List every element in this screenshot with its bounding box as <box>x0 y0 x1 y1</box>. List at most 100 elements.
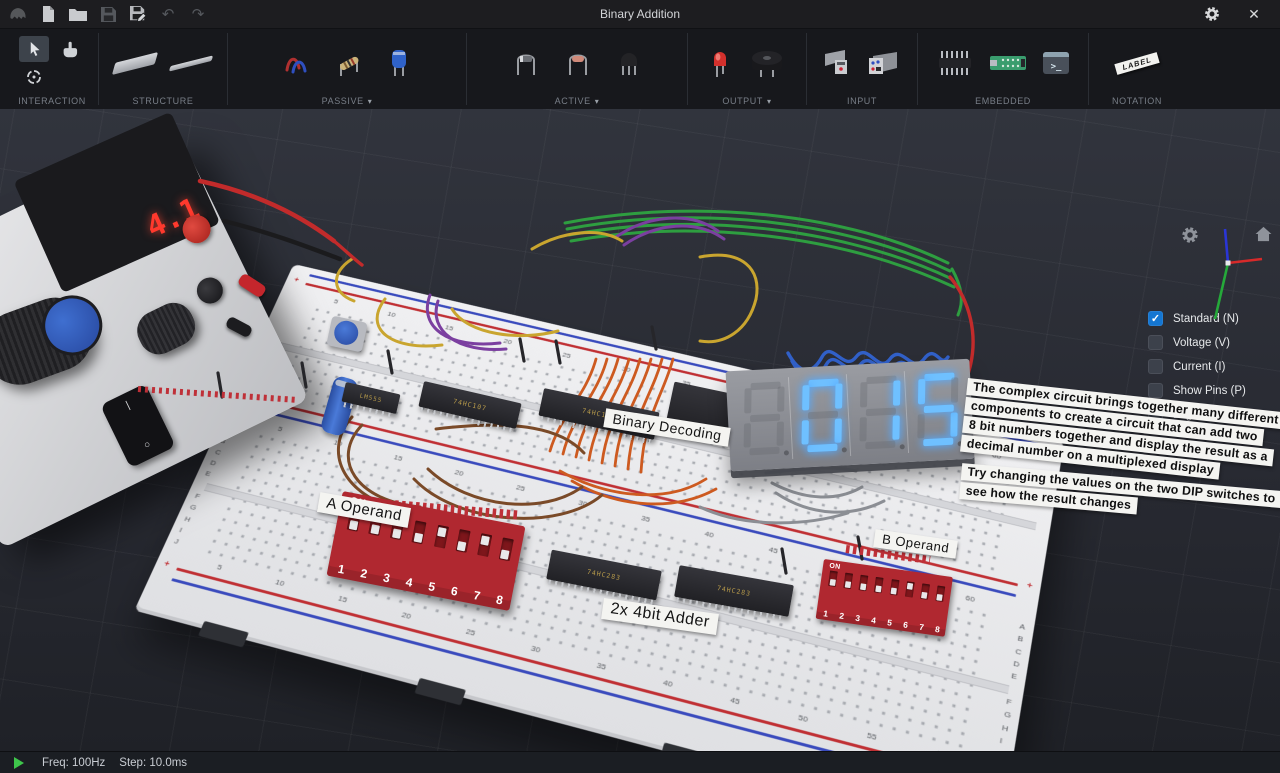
scene-viewport[interactable]: ++ 51015202530354045505560 ++ 5101520253… <box>0 109 1280 751</box>
row-letter: C <box>1015 646 1022 656</box>
output-dropdown[interactable]: OUTPUT▾ <box>722 96 771 106</box>
diode-icon[interactable] <box>514 50 538 76</box>
dip-switch-lever[interactable] <box>455 529 470 553</box>
dip-switch-lever[interactable] <box>905 581 915 597</box>
column-number: 30 <box>577 499 588 509</box>
negative-binding-post[interactable] <box>193 273 228 308</box>
led-icon[interactable] <box>710 48 730 78</box>
hand-tool-icon[interactable] <box>62 41 78 58</box>
new-file-icon[interactable] <box>38 4 58 24</box>
breadboard-icon[interactable] <box>112 52 158 75</box>
dip-switch-lever[interactable] <box>477 533 492 557</box>
checkbox-checked[interactable]: ✓ <box>1148 311 1163 326</box>
column-number: 45 <box>729 695 740 706</box>
dip-switch-lever[interactable] <box>935 586 945 602</box>
view-option-voltage[interactable]: Voltage (V) <box>1148 335 1266 350</box>
app-window: ↶ ↷ Binary Addition ✕ <box>0 0 1280 773</box>
jumper-wires-icon[interactable] <box>284 50 310 76</box>
column-number: 20 <box>400 610 412 620</box>
function-generator-icon[interactable] <box>867 48 901 78</box>
close-icon[interactable]: ✕ <box>1244 4 1264 24</box>
dip-nub <box>829 579 835 586</box>
capacitor-icon[interactable] <box>388 49 410 77</box>
orbit-tool-icon[interactable] <box>25 68 43 86</box>
view-option-show[interactable]: Show Pins (P) <box>1148 383 1266 398</box>
undo-icon[interactable]: ↶ <box>158 4 178 24</box>
column-number: 40 <box>704 529 715 539</box>
column-number: 55 <box>866 731 877 742</box>
column-number: 15 <box>444 324 455 333</box>
decimal-point <box>784 450 789 455</box>
toolbar-section-input: INPUT <box>807 29 917 109</box>
checkbox[interactable] <box>1148 335 1163 350</box>
column-number: 30 <box>530 644 542 655</box>
display-digit <box>734 377 793 462</box>
segment-d <box>923 438 953 447</box>
resistor-icon[interactable] <box>336 50 362 77</box>
column-number: 10 <box>386 310 397 318</box>
toolbar-section-embedded: >_ EMBEDDED <box>918 29 1088 109</box>
segment-d <box>807 444 837 453</box>
row-letter: H <box>183 514 192 523</box>
segment-f <box>860 382 867 407</box>
row-letter: J <box>173 537 182 546</box>
buzzer-icon[interactable] <box>750 48 784 78</box>
save-icon[interactable] <box>98 4 118 24</box>
power-rocker-switch[interactable]: ❘ ○ <box>100 383 176 468</box>
view-option-current[interactable]: Current (I) <box>1148 359 1266 374</box>
segment-c <box>892 415 899 439</box>
power-supply-icon[interactable] <box>823 48 857 78</box>
viewport-settings-icon[interactable] <box>1180 225 1200 245</box>
current-knob[interactable] <box>130 296 201 361</box>
chip-label: 74HC107 <box>452 397 487 413</box>
row-letter: E <box>204 469 213 478</box>
axis-gizmo[interactable] <box>1198 221 1278 326</box>
terminal-icon[interactable]: >_ <box>1043 52 1069 74</box>
dip-switch-lever[interactable] <box>499 537 514 561</box>
checkbox[interactable] <box>1148 383 1163 398</box>
checkbox[interactable] <box>1148 359 1163 374</box>
dropdown-caret-icon: ▾ <box>368 97 373 106</box>
rocker-on-mark: ❘ <box>122 400 134 413</box>
segment-b <box>893 380 900 405</box>
segment-a <box>809 379 839 388</box>
play-button[interactable] <box>14 757 24 769</box>
segment-c <box>777 421 784 445</box>
column-number: 30 <box>621 365 631 374</box>
segment-b <box>951 377 958 402</box>
select-tool-icon[interactable] <box>19 36 49 62</box>
dip-nub <box>845 581 851 588</box>
column-number: 50 <box>797 713 808 724</box>
save-as-icon[interactable] <box>128 4 148 24</box>
dip-switch-lever[interactable] <box>889 579 899 595</box>
column-number: 5 <box>333 298 340 306</box>
settings-gear-icon[interactable] <box>1202 4 1222 24</box>
dip-switch-lever[interactable] <box>920 583 930 599</box>
segment-b <box>777 386 784 411</box>
dip-switch-lever[interactable] <box>874 577 884 593</box>
redo-icon[interactable]: ↷ <box>188 4 208 24</box>
dip-switch-lever[interactable] <box>434 525 449 549</box>
microcontroller-board-icon[interactable] <box>989 52 1027 74</box>
dip-switch-lever[interactable] <box>412 521 427 545</box>
seven-segment-display <box>726 359 975 472</box>
segment-d <box>865 441 895 450</box>
signal-diode-icon[interactable] <box>566 50 590 76</box>
dip-switch-lever[interactable] <box>859 575 869 591</box>
segment-g <box>808 411 838 420</box>
wire-icon[interactable] <box>169 55 213 71</box>
column-number: 20 <box>502 337 512 346</box>
transistor-icon[interactable] <box>618 50 640 76</box>
dip-switch-lever[interactable] <box>843 573 853 589</box>
toolbar-section-structure: STRUCTURE <box>99 29 227 109</box>
open-folder-icon[interactable] <box>68 4 88 24</box>
row-letter: G <box>188 503 197 512</box>
dip-switch-lever[interactable] <box>828 570 838 586</box>
toolbar-section-passive: PASSIVE▾ <box>228 29 466 109</box>
dip-chip-icon[interactable] <box>937 50 973 76</box>
passive-dropdown[interactable]: PASSIVE▾ <box>322 96 373 106</box>
toolbar-section-output: OUTPUT▾ <box>688 29 806 109</box>
label-sticker-icon[interactable]: LABEL <box>1114 52 1159 75</box>
active-dropdown[interactable]: ACTIVE▾ <box>555 96 600 106</box>
dip-nub <box>937 594 943 601</box>
